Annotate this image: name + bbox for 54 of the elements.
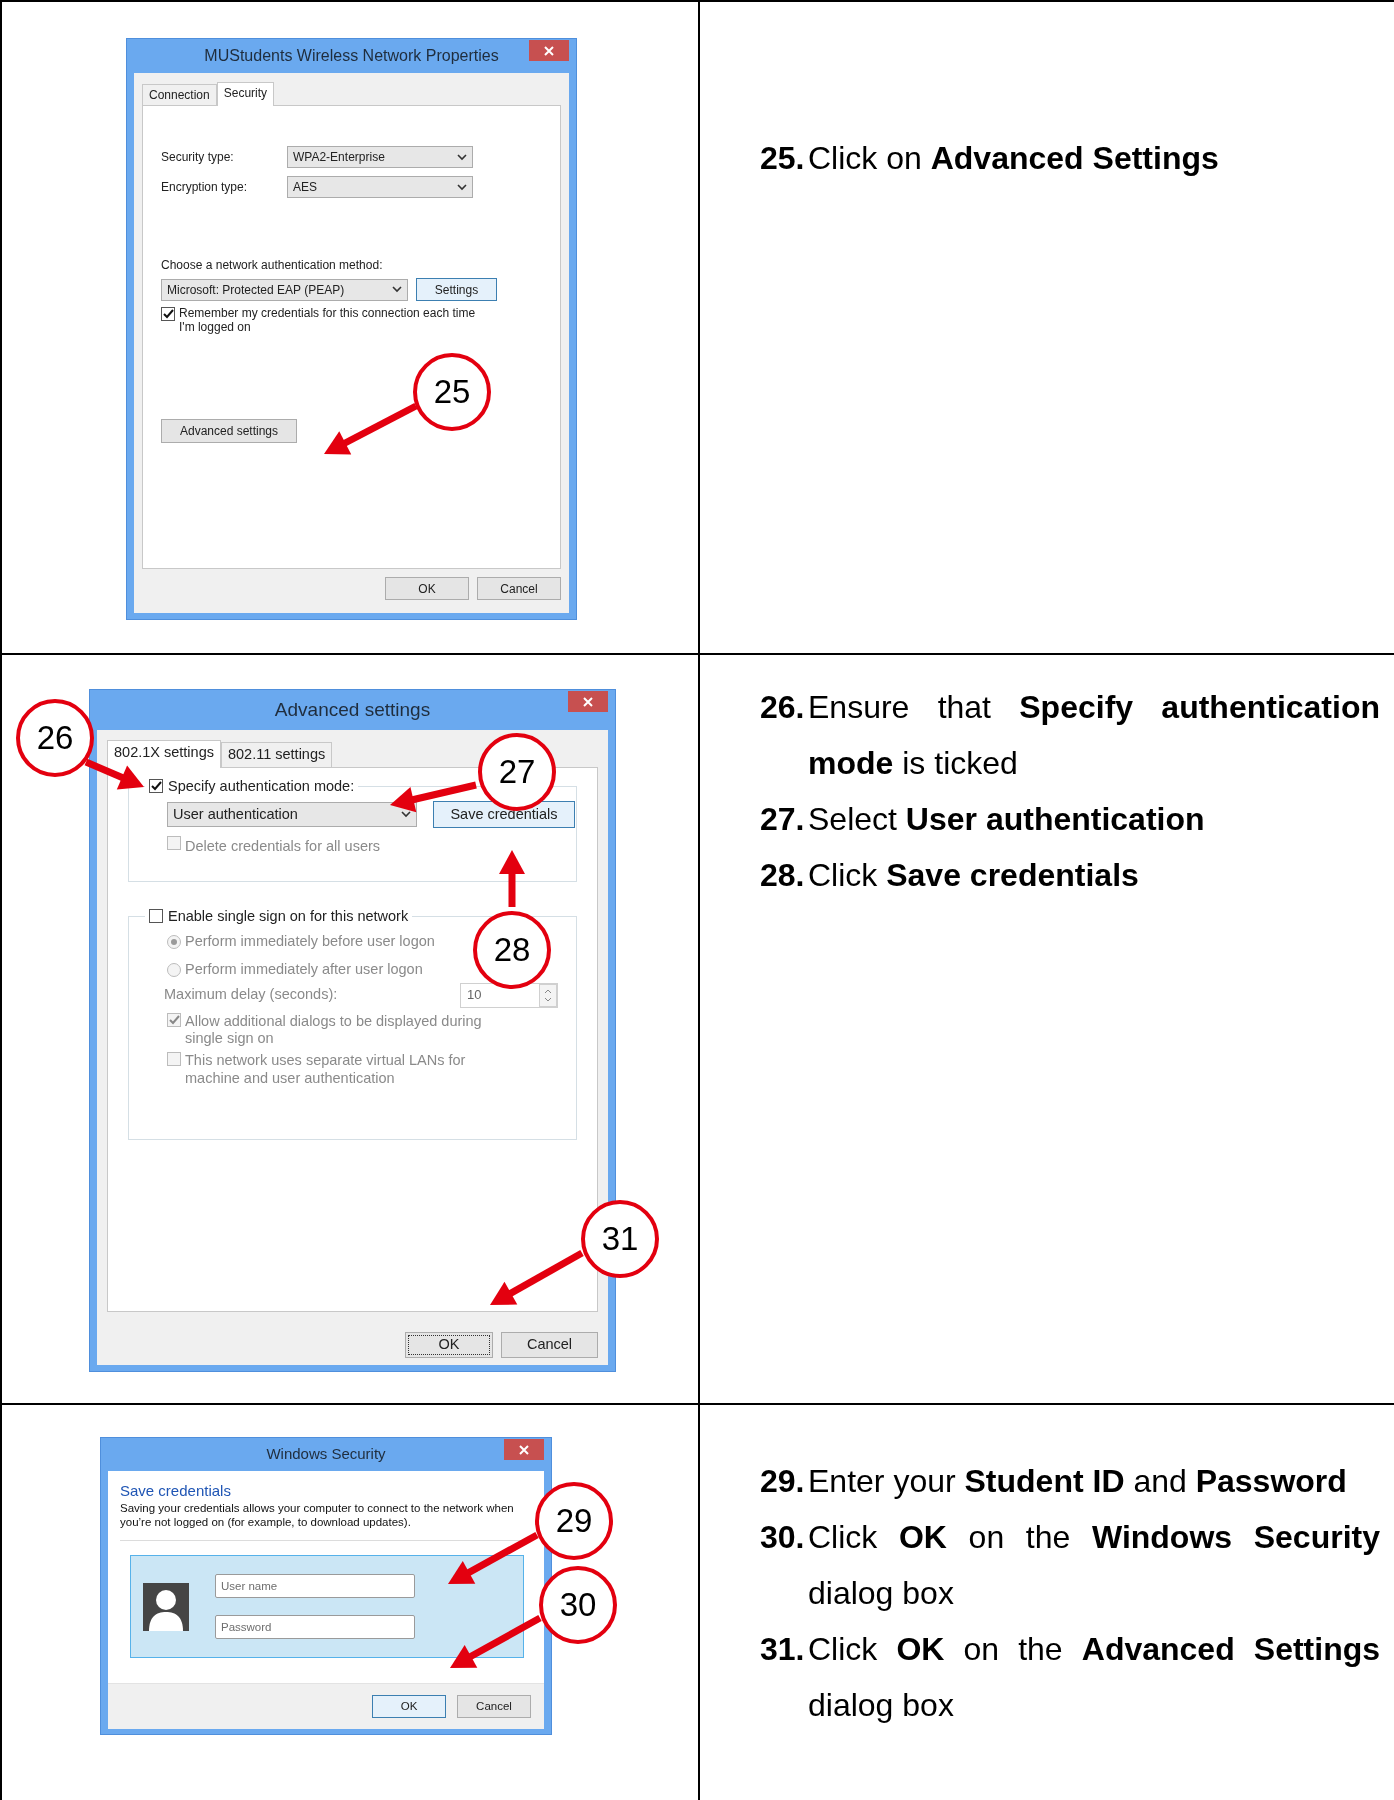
step-number-circle: 29 xyxy=(535,1482,613,1560)
radio-label: Perform immediately after user logon xyxy=(185,959,423,979)
instruction-text: Click on Advanced Settings xyxy=(808,139,1220,178)
number-spinner[interactable]: 10 xyxy=(460,982,558,1008)
step-number: 28. xyxy=(760,856,806,895)
step-number: 31. xyxy=(760,1630,806,1669)
button[interactable]: OK xyxy=(372,1695,446,1718)
button[interactable]: OK xyxy=(385,577,469,600)
input-field[interactable]: User name xyxy=(215,1574,415,1599)
step-number-circle: 30 xyxy=(539,1566,617,1644)
window-title: Windows Security xyxy=(266,1444,386,1465)
instruction-text: Ensure that Specify authentication mode is ticked xyxy=(808,688,1380,783)
checkbox-label: Delete credentials for all users xyxy=(185,837,381,857)
checkbox-label: Allow additional dialogs to be displayed during single sign on xyxy=(185,1012,483,1048)
checkbox-label: Enable single sign on for this network xyxy=(168,907,409,926)
instruction-text: Click Save credentials xyxy=(808,856,1140,895)
tab[interactable]: 802.1X settings xyxy=(107,740,221,768)
step-number: 29. xyxy=(760,1462,806,1501)
window-title: MUStudents Wireless Network Properties xyxy=(204,46,499,66)
step-number: 26. xyxy=(760,688,806,727)
step-number-circle: 31 xyxy=(581,1200,659,1278)
instruction-text: Click OK on the Advanced Settings dialog box xyxy=(808,1630,1380,1725)
step-number: 25. xyxy=(760,139,806,178)
dropdown[interactable]: User authentication xyxy=(167,802,417,828)
description-text: Saving your credentials allows your computer to connect to the network when you’re not logged on (for example, to download updates). xyxy=(120,1500,515,1531)
button[interactable]: Save credentials xyxy=(433,801,575,829)
input-field[interactable]: Password xyxy=(215,1615,415,1640)
checkbox-label: Specify authentication mode: xyxy=(168,777,355,796)
tab[interactable]: Connection xyxy=(142,84,217,105)
button[interactable]: Settings xyxy=(416,278,497,301)
step-number: 27. xyxy=(760,800,806,839)
checkbox-label: This network uses separate virtual LANs for machine and user authentication xyxy=(185,1052,467,1088)
dropdown[interactable]: AES xyxy=(287,176,473,198)
checkbox-label: Remember my credentials for this connection each time I'm logged on xyxy=(179,307,477,335)
field-label: Encryption type: xyxy=(161,179,249,196)
step-number: 30. xyxy=(760,1518,806,1557)
button[interactable]: Advanced settings xyxy=(161,418,297,443)
field-label: Maximum delay (seconds): xyxy=(164,985,338,1005)
button[interactable]: OK xyxy=(405,1331,493,1358)
instruction-text: Enter your Student ID and Password xyxy=(808,1462,1348,1501)
step-number-circle: 26 xyxy=(16,699,94,777)
tab[interactable]: 802.11 settings xyxy=(220,742,333,767)
button[interactable]: Cancel xyxy=(477,577,561,600)
button[interactable]: Cancel xyxy=(457,1695,531,1718)
dropdown[interactable]: WPA2-Enterprise xyxy=(287,146,473,168)
tab[interactable]: Security xyxy=(216,82,275,106)
window-title: Advanced settings xyxy=(274,697,431,722)
radio-label: Perform immediately before user logon xyxy=(185,932,435,952)
dialog-heading: Save credentials xyxy=(120,1481,232,1501)
button[interactable]: Cancel xyxy=(501,1331,598,1358)
field-label: Choose a network authentication method: xyxy=(161,258,383,272)
field-label: Security type: xyxy=(161,149,235,166)
instruction-text: Select User authentication xyxy=(808,800,1206,839)
dropdown[interactable]: Microsoft: Protected EAP (PEAP) xyxy=(161,278,408,301)
